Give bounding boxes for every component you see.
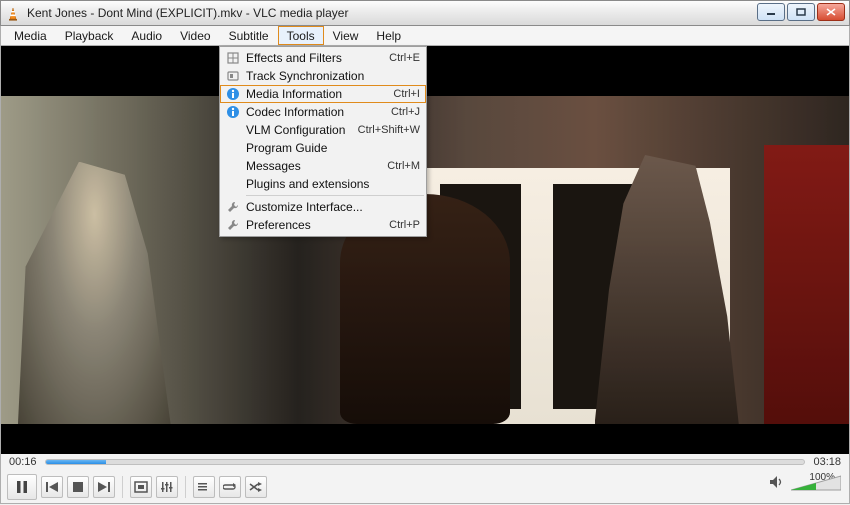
close-button[interactable]: [817, 3, 845, 21]
vlc-cone-icon: [5, 5, 21, 21]
extended-settings-button[interactable]: [156, 476, 178, 498]
blank-icon: [220, 175, 246, 193]
speaker-icon[interactable]: [769, 475, 785, 492]
effects-icon: [220, 49, 246, 67]
menu-item-shortcut: Ctrl+I: [393, 88, 420, 100]
blank-icon: [220, 157, 246, 175]
menu-media[interactable]: Media: [5, 26, 56, 45]
tools-menu-dropdown: Effects and FiltersCtrl+E Track Synchroni…: [219, 46, 427, 237]
menu-view[interactable]: View: [324, 26, 368, 45]
play-pause-button[interactable]: [7, 474, 37, 500]
menu-item-label: Preferences: [246, 218, 389, 232]
minimize-button[interactable]: [757, 3, 785, 21]
menu-item-label: VLM Configuration: [246, 123, 358, 137]
window-title: Kent Jones - Dont Mind (EXPLICIT).mkv - …: [27, 6, 348, 20]
sync-icon: [220, 67, 246, 85]
menu-item-codec-information[interactable]: Codec InformationCtrl+J: [220, 103, 426, 121]
menu-separator: [246, 195, 424, 196]
menu-item-shortcut: Ctrl+J: [391, 106, 420, 118]
fullscreen-button[interactable]: [130, 476, 152, 498]
separator: [122, 476, 123, 498]
menu-audio[interactable]: Audio: [122, 26, 171, 45]
menu-item-effects-and-filters[interactable]: Effects and FiltersCtrl+E: [220, 49, 426, 67]
window-titlebar: Kent Jones - Dont Mind (EXPLICIT).mkv - …: [0, 0, 850, 26]
maximize-button[interactable]: [787, 3, 815, 21]
wrench-icon: [220, 198, 246, 216]
menu-item-label: Media Information: [246, 87, 393, 101]
previous-button[interactable]: [41, 476, 63, 498]
playback-controls: 100%: [0, 470, 850, 504]
menu-item-label: Plugins and extensions: [246, 177, 420, 191]
menu-item-media-information[interactable]: Media InformationCtrl+I: [220, 85, 426, 103]
time-total: 03:18: [813, 456, 841, 468]
menu-item-shortcut: Ctrl+P: [389, 219, 420, 231]
menu-item-vlm-configuration[interactable]: VLM ConfigurationCtrl+Shift+W: [220, 121, 426, 139]
shuffle-button[interactable]: [245, 476, 267, 498]
volume-control: 100%: [769, 474, 841, 492]
info-icon: [220, 85, 246, 103]
blank-icon: [220, 139, 246, 157]
menu-item-label: Customize Interface...: [246, 200, 420, 214]
menu-video[interactable]: Video: [171, 26, 219, 45]
menu-tools[interactable]: Tools: [278, 26, 324, 45]
volume-slider[interactable]: [791, 474, 841, 492]
menu-item-label: Codec Information: [246, 105, 391, 119]
menu-item-label: Messages: [246, 159, 387, 173]
menu-item-shortcut: Ctrl+M: [387, 160, 420, 172]
stop-button[interactable]: [67, 476, 89, 498]
menu-item-label: Effects and Filters: [246, 51, 389, 65]
menu-item-shortcut: Ctrl+E: [389, 52, 420, 64]
menu-help[interactable]: Help: [367, 26, 410, 45]
wrench-icon: [220, 216, 246, 234]
next-button[interactable]: [93, 476, 115, 498]
info-icon: [220, 103, 246, 121]
time-elapsed: 00:16: [9, 456, 37, 468]
separator: [185, 476, 186, 498]
seek-fill: [46, 460, 107, 464]
menu-item-customize-interface[interactable]: Customize Interface...: [220, 198, 426, 216]
menu-playback[interactable]: Playback: [56, 26, 123, 45]
loop-button[interactable]: [219, 476, 241, 498]
menu-subtitle[interactable]: Subtitle: [220, 26, 278, 45]
seek-bar[interactable]: [45, 459, 806, 465]
seek-row: 00:16 03:18: [0, 454, 850, 470]
menu-item-label: Program Guide: [246, 141, 420, 155]
menu-item-messages[interactable]: MessagesCtrl+M: [220, 157, 426, 175]
menu-item-plugins-and-extensions[interactable]: Plugins and extensions: [220, 175, 426, 193]
playlist-button[interactable]: [193, 476, 215, 498]
menu-bar: MediaPlaybackAudioVideoSubtitleToolsView…: [0, 26, 850, 46]
menu-item-track-synchronization[interactable]: Track Synchronization: [220, 67, 426, 85]
menu-item-program-guide[interactable]: Program Guide: [220, 139, 426, 157]
menu-item-preferences[interactable]: PreferencesCtrl+P: [220, 216, 426, 234]
menu-item-shortcut: Ctrl+Shift+W: [358, 124, 420, 136]
menu-item-label: Track Synchronization: [246, 69, 420, 83]
blank-icon: [220, 121, 246, 139]
